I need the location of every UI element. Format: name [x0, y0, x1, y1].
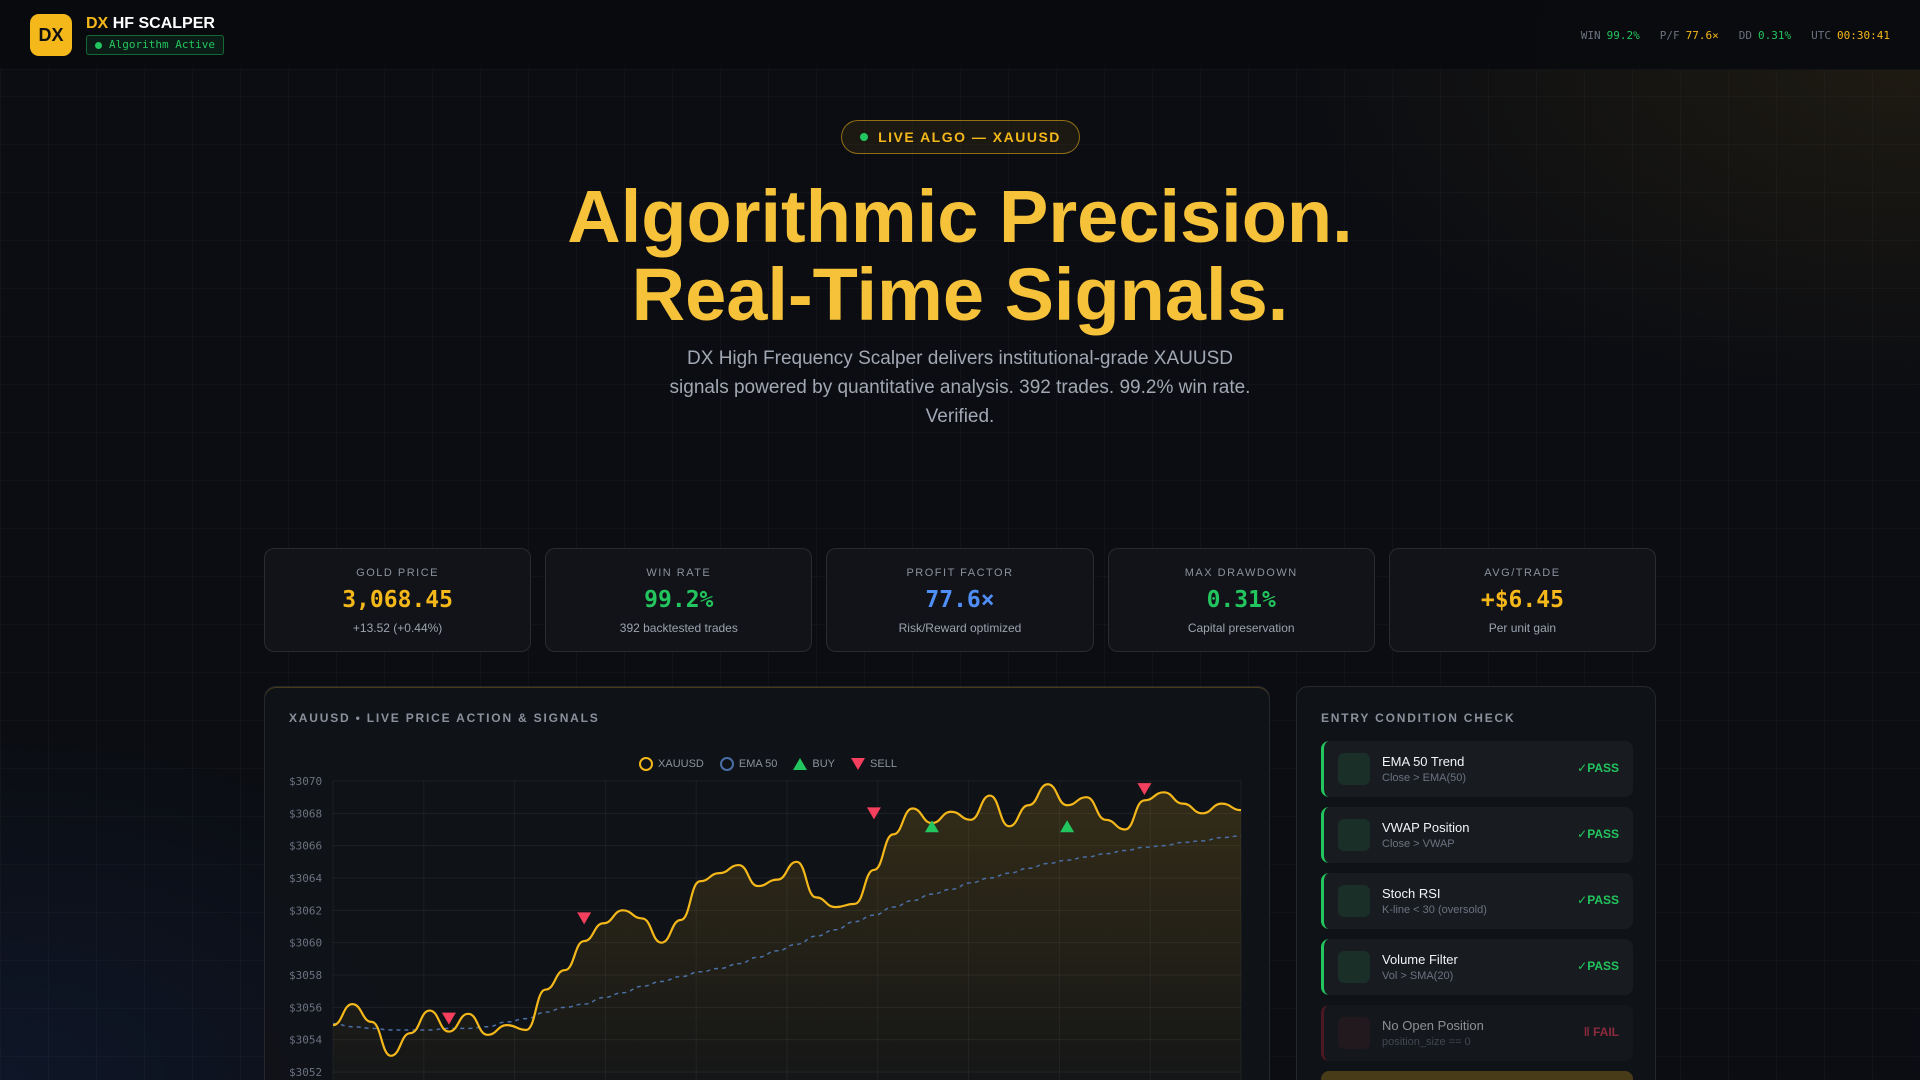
header-stat-utc: UTC 00:30:41 — [1811, 29, 1890, 42]
card-avg-trade: AVG/TRADE +$6.45 Per unit gain — [1388, 548, 1657, 652]
header-stat-pf: P/F 77.6× — [1659, 29, 1719, 42]
condition-desc: position_size == 0 — [1382, 1036, 1471, 1048]
y-tick-label: $3054 — [289, 1034, 322, 1047]
y-tick-label: $3062 — [289, 904, 322, 917]
condition-icon — [1338, 819, 1370, 851]
sell-signal-marker — [441, 1012, 456, 1025]
card-sub: 392 backtested trades — [619, 621, 738, 635]
logo[interactable]: DX — [30, 14, 72, 56]
card-label: WIN RATE — [646, 567, 712, 579]
card-win-rate: WIN RATE 99.2% 392 backtested trades — [545, 548, 813, 652]
condition-status: ✓PASS — [1577, 959, 1619, 973]
hero-title-line-1: Algorithmic Precision. — [567, 175, 1353, 258]
y-tick-label: $3064 — [289, 872, 322, 885]
card-label: PROFIT FACTOR — [906, 567, 1014, 579]
card-sub: Risk/Reward optimized — [898, 621, 1022, 635]
condition-icon — [1338, 753, 1370, 785]
card-sub: +13.52 (+0.44%) — [352, 621, 443, 635]
brand-prefix: DX — [86, 15, 109, 32]
condition-status: ✓PASS — [1577, 761, 1619, 775]
y-tick-label: $3058 — [289, 969, 322, 982]
condition-stoch-rsi[interactable]: Stoch RSI K-line < 30 (oversold) ✓PASS — [1321, 873, 1633, 929]
condition-no-open-position[interactable]: No Open Position position_size == 0 ‖ FA… — [1321, 1005, 1633, 1061]
header-stat-win: WIN 99.2% — [1580, 29, 1640, 42]
condition-next-partial — [1321, 1071, 1633, 1080]
condition-name: Stoch RSI — [1382, 886, 1441, 901]
y-tick-label: $3060 — [289, 937, 322, 950]
condition-name: No Open Position — [1382, 1018, 1484, 1033]
price-chart-panel: XAUUSD • LIVE PRICE ACTION & SIGNALS XAU… — [264, 686, 1270, 1080]
card-profit-factor: PROFIT FACTOR 77.6× Risk/Reward optimize… — [826, 548, 1094, 652]
card-value: +$6.45 — [1480, 587, 1564, 613]
card-value: 99.2% — [644, 587, 714, 613]
algorithm-status-badge: Algorithm Active — [86, 35, 224, 55]
condition-desc: Vol > SMA(20) — [1382, 970, 1454, 982]
y-tick-label: $3066 — [289, 840, 322, 853]
condition-status: ✓PASS — [1577, 893, 1619, 907]
brand-title: HF SCALPER — [112, 15, 215, 32]
y-tick-label: $3052 — [289, 1066, 322, 1079]
card-gold-price: GOLD PRICE 3,068.45 +13.52 (+0.44%) — [264, 548, 532, 652]
status-dot-icon — [95, 42, 102, 49]
condition-list: EMA 50 Trend Close > EMA(50) ✓PASS VWAP … — [1321, 741, 1633, 1080]
sell-signal-marker — [1137, 783, 1152, 796]
sell-signal-marker — [577, 912, 592, 925]
y-tick-label: $3070 — [289, 775, 322, 788]
live-algo-label: LIVE ALGO — XAUUSD — [878, 129, 1061, 145]
card-max-drawdown: MAX DRAWDOWN 0.31% Capital preservation — [1107, 548, 1375, 652]
condition-status: ✓PASS — [1577, 827, 1619, 841]
condition-name: Volume Filter — [1382, 952, 1458, 967]
condition-name: VWAP Position — [1382, 820, 1470, 835]
stat-cards: GOLD PRICE 3,068.45 +13.52 (+0.44%) WIN … — [264, 548, 1657, 652]
condition-desc: K-line < 30 (oversold) — [1382, 904, 1487, 916]
hero-title: Algorithmic Precision. Real-Time Signals… — [0, 178, 1920, 334]
condition-desc: Close > VWAP — [1382, 838, 1455, 850]
card-sub: Capital preservation — [1187, 621, 1295, 635]
card-value: 3,068.45 — [342, 587, 453, 613]
condition-name: EMA 50 Trend — [1382, 754, 1465, 769]
live-algo-pill: LIVE ALGO — XAUUSD — [841, 120, 1080, 154]
card-label: AVG/TRADE — [1484, 567, 1561, 579]
card-value: 77.6× — [925, 587, 995, 613]
brand-name: DX HF SCALPER — [86, 15, 215, 33]
condition-status: ‖ FAIL — [1583, 1025, 1619, 1039]
y-tick-label: $3056 — [289, 1001, 322, 1014]
condition-icon — [1338, 885, 1370, 917]
condition-desc: Close > EMA(50) — [1382, 772, 1467, 784]
header-stat-dd: DD 0.31% — [1738, 29, 1792, 42]
card-label: GOLD PRICE — [356, 567, 440, 579]
condition-volume-filter[interactable]: Volume Filter Vol > SMA(20) ✓PASS — [1321, 939, 1633, 995]
hero-subtitle: DX High Frequency Scalper delivers insti… — [669, 348, 1251, 427]
algorithm-status-text: Algorithm Active — [109, 38, 215, 51]
live-dot-icon — [860, 133, 869, 141]
condition-icon — [1338, 1017, 1370, 1049]
condition-vwap-position[interactable]: VWAP Position Close > VWAP ✓PASS — [1321, 807, 1633, 863]
conditions-title: ENTRY CONDITION CHECK — [1321, 711, 1516, 725]
y-tick-label: $3068 — [289, 807, 322, 820]
price-chart[interactable]: $3070 $3068 $3066 $3064 $3062 $3060 $3058 $3056… — [265, 687, 1271, 1080]
card-value: 0.31% — [1206, 587, 1276, 613]
hero-title-line-2: Real-Time Signals. — [631, 253, 1289, 336]
header-stats: WIN 99.2% P/F 77.6× DD 0.31% UTC 00:30:41 — [1581, 29, 1890, 42]
condition-icon — [1338, 951, 1370, 983]
entry-condition-panel: ENTRY CONDITION CHECK EMA 50 Trend Close… — [1296, 686, 1656, 1080]
top-bar: DX DX HF SCALPER Algorithm Active WIN 99.… — [0, 0, 1920, 70]
card-sub: Per unit gain — [1488, 621, 1557, 635]
card-label: MAX DRAWDOWN — [1184, 567, 1298, 579]
condition-ema50-trend[interactable]: EMA 50 Trend Close > EMA(50) ✓PASS — [1321, 741, 1633, 797]
